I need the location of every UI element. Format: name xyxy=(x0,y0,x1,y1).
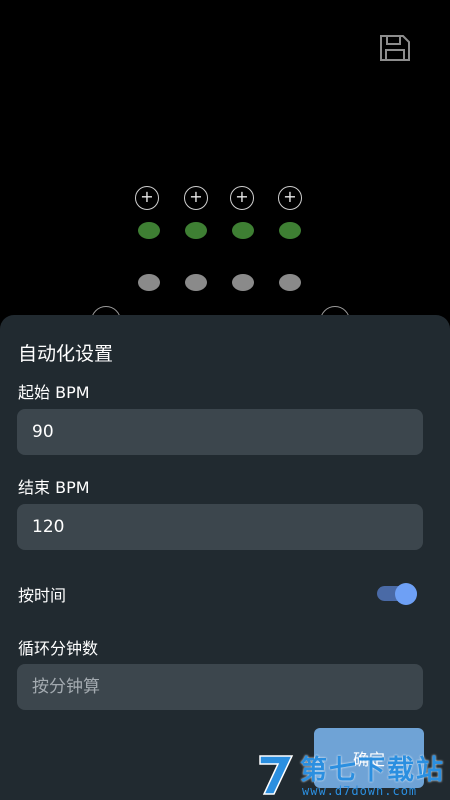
watermark: 第七下载站 www.d7down.com xyxy=(252,748,450,800)
beat-normal-4[interactable] xyxy=(279,274,301,291)
end-bpm-label: 结束 BPM xyxy=(18,478,90,497)
beat-normal-3[interactable] xyxy=(232,274,254,291)
save-icon xyxy=(380,35,410,61)
start-bpm-input[interactable] xyxy=(17,409,423,455)
beat-normal-1[interactable] xyxy=(138,274,160,291)
automation-settings-sheet: 自动化设置 起始 BPM 结束 BPM 按时间 循环分钟数 确定 xyxy=(0,315,450,800)
watermark-logo-icon xyxy=(259,755,294,795)
beat-accent-2[interactable] xyxy=(185,222,207,239)
beat-normal-2[interactable] xyxy=(185,274,207,291)
by-time-label: 按时间 xyxy=(18,586,67,605)
toggle-knob xyxy=(395,583,417,605)
add-beat-button-2[interactable]: + xyxy=(184,186,208,210)
add-beat-button-4[interactable]: + xyxy=(278,186,302,210)
end-bpm-input[interactable] xyxy=(17,504,423,550)
loop-minutes-input[interactable] xyxy=(17,664,423,710)
watermark-title: 第七下载站 xyxy=(300,755,445,786)
beat-accent-3[interactable] xyxy=(232,222,254,239)
add-beat-button-1[interactable]: + xyxy=(135,186,159,210)
save-button[interactable] xyxy=(377,32,413,64)
loop-minutes-label: 循环分钟数 xyxy=(18,639,99,658)
start-bpm-label: 起始 BPM xyxy=(18,383,90,402)
app-root: + + + + 自动化设置 起始 BPM 结束 BPM 按时间 循环分钟数 确定 xyxy=(0,0,450,800)
beat-accent-4[interactable] xyxy=(279,222,301,239)
watermark-url: www.d7down.com xyxy=(302,784,418,798)
beat-accent-1[interactable] xyxy=(138,222,160,239)
sheet-title: 自动化设置 xyxy=(18,343,114,365)
by-time-toggle[interactable] xyxy=(377,583,421,605)
add-beat-button-3[interactable]: + xyxy=(230,186,254,210)
